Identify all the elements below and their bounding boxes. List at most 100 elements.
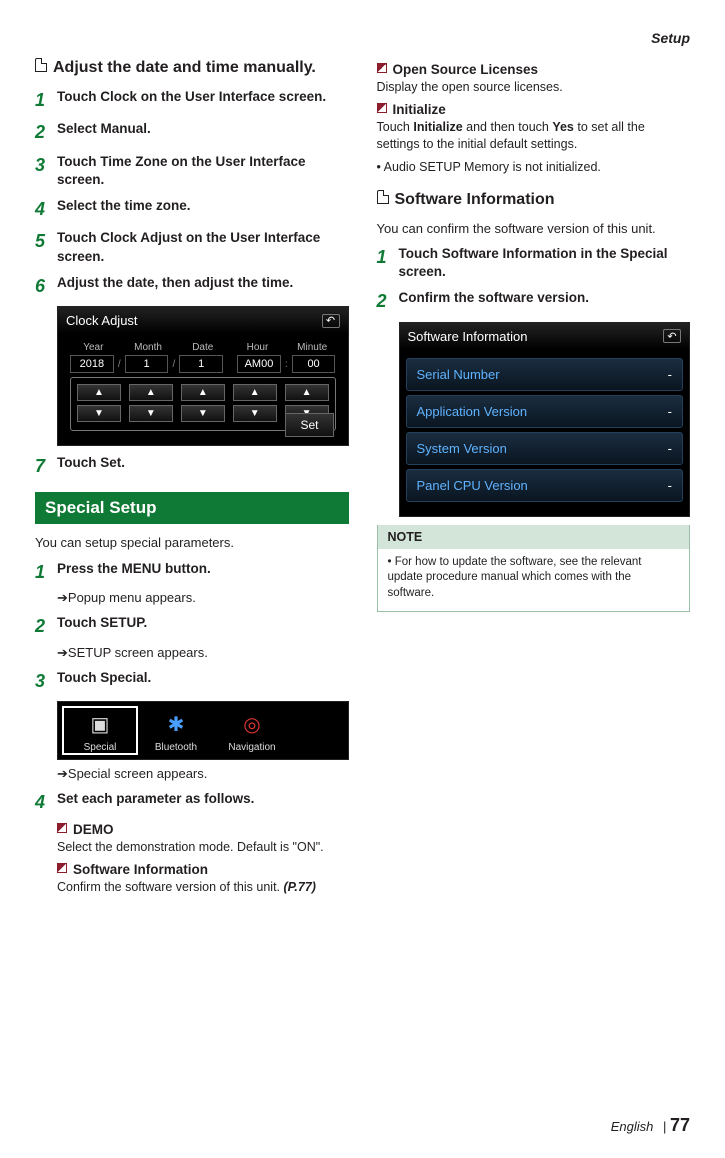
step-number: 3 (35, 669, 49, 693)
up-button[interactable]: ▲ (181, 384, 225, 401)
param-demo: DEMO Select the demonstration mode. Defa… (57, 822, 349, 856)
square-bullet-icon (57, 823, 67, 833)
key: MENU (122, 561, 162, 576)
step-number: 6 (35, 274, 49, 298)
param-body: Display the open source licenses. (377, 79, 691, 96)
section-title: Adjust the date and time manually. (53, 58, 349, 78)
key: Clock (100, 89, 137, 104)
text: Touch (57, 615, 100, 630)
section-title: Software Information (395, 190, 691, 210)
info-row[interactable]: Serial Number - (406, 358, 684, 391)
step-number: 5 (35, 229, 49, 253)
up-button[interactable]: ▲ (285, 384, 329, 401)
key: Special (100, 670, 147, 685)
row-label: Serial Number (417, 367, 500, 382)
step-b2: 2 Touch SETUP. (35, 614, 349, 638)
label: Date (179, 342, 226, 353)
tab-navigation[interactable]: ◎ Navigation (216, 708, 288, 753)
tab-special[interactable]: ▣ Special (64, 708, 136, 753)
text: button. (161, 561, 210, 576)
tab-label: Bluetooth (140, 742, 212, 753)
down-button[interactable]: ▼ (233, 405, 277, 422)
result-text: Popup menu appears. (57, 590, 349, 606)
label: Month (125, 342, 172, 353)
row-label: Application Version (417, 404, 528, 419)
info-row[interactable]: Application Version - (406, 395, 684, 428)
square-bullet-icon (377, 63, 387, 73)
right-column: Open Source Licenses Display the open so… (377, 58, 691, 902)
step-5: 5 Touch Clock Adjust on the User Interfa… (35, 229, 349, 265)
up-button[interactable]: ▲ (233, 384, 277, 401)
param-software-info: Software Information Confirm the softwar… (57, 862, 349, 896)
square-bullet-icon (377, 103, 387, 113)
key: Clock Adjust (100, 230, 182, 245)
down-button[interactable]: ▼ (129, 405, 173, 422)
text: Touch (57, 670, 100, 685)
param-body: Confirm the software version of this uni… (57, 880, 280, 894)
text: Select (57, 121, 101, 136)
text: Touch (57, 154, 100, 169)
up-button[interactable]: ▲ (77, 384, 121, 401)
step-number: 4 (35, 197, 49, 221)
text: and then touch (463, 120, 553, 134)
step-7: 7 Touch Set. (35, 454, 349, 478)
tab-label: Navigation (216, 742, 288, 753)
value: 1 (179, 355, 223, 373)
param-initialize: Initialize Touch Initialize and then tou… (377, 102, 691, 153)
page-footer: English | 77 (611, 1115, 690, 1136)
down-button[interactable]: ▼ (181, 405, 225, 422)
step-6: 6 Adjust the date, then adjust the time. (35, 274, 349, 298)
text: . (121, 455, 125, 470)
screen-title: Software Information (408, 329, 528, 344)
set-button[interactable]: Set (285, 413, 333, 437)
text: on the User Interface screen. (137, 89, 326, 104)
row-value: - (668, 441, 672, 456)
step-2: 2 Select Manual. (35, 120, 349, 144)
value: AM00 (237, 355, 281, 373)
result-text: Special screen appears. (57, 766, 349, 782)
step-number: 7 (35, 454, 49, 478)
down-button[interactable]: ▼ (77, 405, 121, 422)
back-icon[interactable]: ↶ (663, 329, 681, 343)
special-icon: ▣ (64, 708, 136, 742)
text: Select the time zone. (57, 197, 349, 215)
param-title: Initialize (393, 102, 446, 117)
step-4: 4 Select the time zone. (35, 197, 349, 221)
section-special-setup: Special Setup (35, 492, 349, 524)
footer-sep: | (663, 1119, 666, 1134)
step-c1: 1 Touch Software Information in the Spec… (377, 245, 691, 281)
text: Touch (57, 455, 100, 470)
info-row[interactable]: Panel CPU Version- (406, 469, 684, 502)
text: Set each parameter as follows. (57, 790, 349, 808)
key: Set (100, 455, 121, 470)
page-ref: (P.77) (284, 880, 316, 894)
step-number: 1 (35, 88, 49, 112)
key: Manual (101, 121, 148, 136)
text: Touch (399, 246, 442, 261)
label: Hour (234, 342, 281, 353)
sep: / (172, 359, 175, 370)
step-b1: 1 Press the MENU button. (35, 560, 349, 584)
text: Confirm the software version. (399, 289, 691, 307)
up-button[interactable]: ▲ (129, 384, 173, 401)
tab-bluetooth[interactable]: ✱ Bluetooth (140, 708, 212, 753)
label: Year (70, 342, 117, 353)
back-icon[interactable]: ↶ (322, 314, 340, 328)
row-value: - (668, 478, 672, 493)
step-number: 2 (35, 120, 49, 144)
key: Software Information (442, 246, 577, 261)
text: . (147, 121, 151, 136)
key: SETUP (100, 615, 143, 630)
step-number: 2 (377, 289, 391, 313)
param-body: Select the demonstration mode. Default i… (57, 839, 349, 856)
row-value: - (668, 404, 672, 419)
row-value: - (668, 367, 672, 382)
step-number: 1 (377, 245, 391, 269)
step-1: 1 Touch Clock on the User Interface scre… (35, 88, 349, 112)
info-row[interactable]: System Version- (406, 432, 684, 465)
value: 1 (125, 355, 169, 373)
sep: : (285, 359, 288, 370)
text: Adjust the date, then adjust the time. (57, 274, 349, 292)
param-title: Software Information (73, 862, 208, 877)
step-b3: 3 Touch Special. (35, 669, 349, 693)
